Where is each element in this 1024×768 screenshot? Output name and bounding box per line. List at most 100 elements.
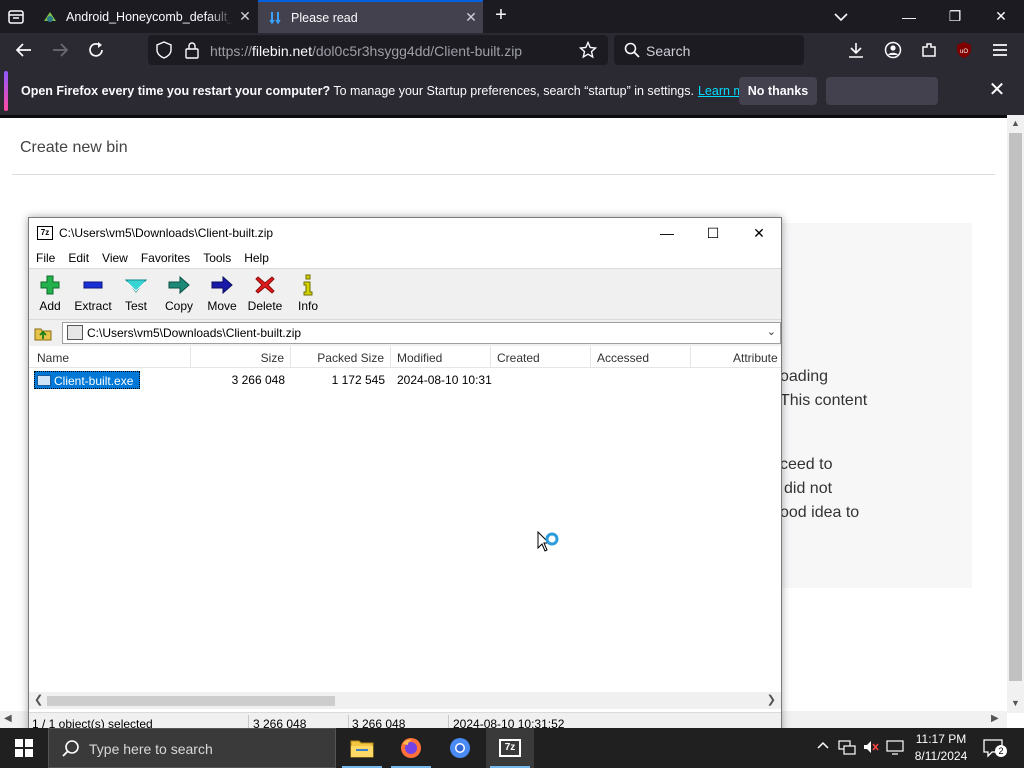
chromium-icon — [450, 738, 470, 758]
scroll-thumb[interactable] — [47, 696, 335, 706]
add-button[interactable]: Add — [29, 274, 71, 318]
menu-file[interactable]: File — [29, 248, 61, 268]
extract-button[interactable]: Extract — [72, 274, 114, 318]
firefox-view-icon[interactable] — [6, 7, 26, 27]
scroll-down-icon[interactable]: ▼ — [1011, 698, 1020, 708]
network-icon[interactable] — [838, 739, 856, 757]
column-created[interactable]: Created — [491, 346, 591, 368]
scroll-right-icon[interactable]: ❯ — [767, 693, 776, 706]
taskbar-clock[interactable]: 11:17 PM 8/11/2024 — [908, 731, 974, 765]
create-new-bin-link[interactable]: Create new bin — [20, 139, 128, 157]
column-packed-size[interactable]: Packed Size — [291, 346, 391, 368]
lock-icon[interactable] — [182, 40, 202, 60]
window-controls: — ❐ ✕ — [886, 0, 1024, 33]
chevron-up-icon[interactable] — [814, 739, 832, 757]
7zip-title-bar[interactable]: 7z C:\Users\vm5\Downloads\Client-built.z… — [29, 218, 781, 248]
test-button[interactable]: Test — [115, 274, 157, 318]
minimize-icon[interactable]: — — [644, 218, 690, 248]
menu-tools[interactable]: Tools — [196, 248, 237, 268]
test-label: Test — [124, 299, 147, 313]
close-notification-icon[interactable]: ✕ — [985, 79, 1009, 103]
table-row[interactable]: Client-built.exe 3 266 048 1 172 545 202… — [29, 371, 781, 389]
svg-text:uO: uO — [960, 49, 968, 55]
forward-icon[interactable] — [50, 40, 70, 60]
account-icon[interactable] — [883, 40, 903, 60]
tab-android-honeycomb[interactable]: Android_Honeycomb_default_w ✕ — [33, 0, 257, 33]
7zip-toolbar: Add Extract Test Copy Move Delete Info — [29, 268, 781, 320]
bookmark-star-icon[interactable] — [578, 40, 598, 60]
taskbar-search-box[interactable]: Type here to search — [48, 728, 336, 768]
menu-help[interactable]: Help — [237, 248, 275, 268]
info-button[interactable]: Info — [287, 274, 329, 318]
file-size: 3 266 048 — [231, 373, 285, 387]
column-attributes[interactable]: Attribute — [691, 346, 781, 368]
scroll-left-icon[interactable]: ◀ — [4, 713, 12, 724]
downloads-icon[interactable] — [846, 40, 866, 60]
page-vertical-scrollbar[interactable]: ▲ ▼ — [1007, 115, 1024, 713]
new-tab-icon[interactable]: + — [490, 5, 512, 27]
copy-button[interactable]: Copy — [158, 274, 200, 318]
column-modified[interactable]: Modified — [391, 346, 491, 368]
folder-icon — [350, 740, 374, 758]
menu-edit[interactable]: Edit — [61, 248, 95, 268]
close-icon[interactable]: ✕ — [736, 218, 781, 248]
close-tab-icon[interactable]: ✕ — [233, 8, 257, 25]
windows-start-button[interactable] — [0, 728, 48, 768]
clock-date: 8/11/2024 — [914, 749, 968, 763]
info-icon — [303, 274, 313, 296]
firefox-icon — [401, 738, 421, 758]
7zip-path-field[interactable]: C:\Users\vm5\Downloads\Client-built.zip … — [62, 322, 781, 344]
7zip-app-icon: 7z — [37, 226, 53, 240]
move-button[interactable]: Move — [201, 274, 243, 318]
navigation-bar: https://filebin.net/dol0c5r3hsygg4dd/Cli… — [0, 33, 1024, 67]
menu-icon[interactable] — [990, 40, 1010, 60]
search-bar[interactable]: Search — [614, 35, 804, 65]
extensions-icon[interactable] — [919, 40, 939, 60]
firefox-button[interactable] — [387, 728, 435, 768]
copy-arrow-icon — [168, 275, 190, 295]
file-explorer-button[interactable] — [338, 728, 386, 768]
scroll-left-icon[interactable]: ❮ — [34, 693, 43, 706]
chromium-button[interactable] — [436, 728, 484, 768]
close-icon[interactable]: ✕ — [978, 0, 1024, 33]
minimize-icon[interactable]: — — [886, 0, 932, 33]
maximize-icon[interactable]: ☐ — [690, 218, 736, 248]
shield-icon[interactable] — [154, 40, 174, 60]
url-text[interactable]: https://filebin.net/dol0c5r3hsygg4dd/Cli… — [210, 43, 522, 59]
chevron-down-icon[interactable] — [830, 6, 852, 28]
notification-center-button[interactable]: 2 — [982, 738, 1007, 758]
move-arrow-icon — [211, 275, 233, 295]
7zip-icon: 7z — [499, 739, 521, 757]
column-size[interactable]: Size — [191, 346, 291, 368]
7zip-taskbar-button[interactable]: 7z — [486, 728, 534, 768]
display-icon[interactable] — [886, 739, 904, 757]
copy-label: Copy — [164, 299, 193, 313]
folder-up-icon[interactable] — [34, 324, 52, 342]
delete-button[interactable]: Delete — [244, 274, 286, 318]
set-startup-button[interactable] — [826, 77, 938, 105]
delete-x-icon — [255, 276, 275, 294]
file-list-horizontal-scrollbar[interactable]: ❮ ❯ — [29, 692, 781, 709]
volume-muted-icon[interactable] — [862, 739, 880, 757]
reload-icon[interactable] — [86, 40, 106, 60]
restore-icon[interactable]: ❐ — [932, 0, 978, 33]
menu-view[interactable]: View — [95, 248, 134, 268]
ublock-origin-icon[interactable]: uO — [954, 40, 974, 60]
tab-please-read[interactable]: Please read ✕ — [258, 0, 483, 33]
windows-taskbar: Type here to search 7z 11:17 PM 8/11/202… — [0, 728, 1024, 768]
column-accessed[interactable]: Accessed — [591, 346, 691, 368]
scroll-up-icon[interactable]: ▲ — [1011, 118, 1020, 128]
add-label: Add — [39, 299, 61, 313]
address-bar[interactable]: https://filebin.net/dol0c5r3hsygg4dd/Cli… — [148, 35, 608, 65]
move-label: Move — [207, 299, 237, 313]
chevron-down-icon[interactable]: ⌄ — [767, 325, 776, 338]
scroll-right-icon[interactable]: ▶ — [991, 713, 999, 724]
back-icon[interactable] — [14, 40, 34, 60]
no-thanks-button[interactable]: No thanks — [739, 77, 817, 105]
selected-file-name[interactable]: Client-built.exe — [34, 371, 140, 389]
scroll-thumb[interactable] — [1009, 133, 1022, 681]
close-tab-icon[interactable]: ✕ — [459, 9, 483, 26]
page-text-fragment: oading — [780, 368, 829, 385]
menu-favorites[interactable]: Favorites — [134, 248, 196, 268]
column-name[interactable]: Name — [29, 346, 191, 368]
